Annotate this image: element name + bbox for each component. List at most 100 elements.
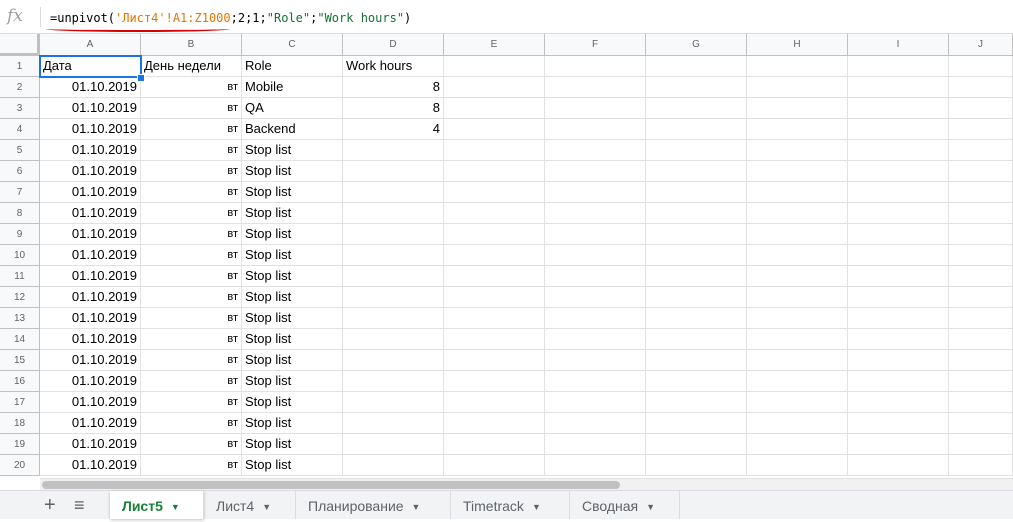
table-cell[interactable] xyxy=(646,140,747,161)
table-cell[interactable]: 01.10.2019 xyxy=(40,371,141,392)
chevron-down-icon[interactable]: ▼ xyxy=(646,502,655,512)
table-cell[interactable]: 01.10.2019 xyxy=(40,77,141,98)
table-cell[interactable] xyxy=(949,56,1013,77)
column-header-d[interactable]: D xyxy=(343,34,444,56)
row-header[interactable]: 14 xyxy=(0,329,40,350)
table-cell[interactable]: Stop list xyxy=(242,371,343,392)
table-cell[interactable]: Stop list xyxy=(242,182,343,203)
table-cell[interactable] xyxy=(949,392,1013,413)
column-header-g[interactable]: G xyxy=(646,34,747,56)
table-cell[interactable] xyxy=(444,413,545,434)
table-cell[interactable]: вт xyxy=(141,77,242,98)
table-cell[interactable] xyxy=(545,182,646,203)
table-cell[interactable] xyxy=(545,161,646,182)
table-cell[interactable] xyxy=(949,434,1013,455)
all-sheets-menu-icon[interactable]: ≡ xyxy=(74,491,85,519)
table-cell[interactable] xyxy=(444,140,545,161)
table-cell[interactable] xyxy=(949,161,1013,182)
table-cell[interactable] xyxy=(747,308,848,329)
table-cell[interactable] xyxy=(848,182,949,203)
table-cell[interactable] xyxy=(747,98,848,119)
table-cell[interactable] xyxy=(848,98,949,119)
table-cell[interactable] xyxy=(444,308,545,329)
table-cell[interactable] xyxy=(545,392,646,413)
row-header[interactable]: 16 xyxy=(0,371,40,392)
table-cell[interactable] xyxy=(545,434,646,455)
table-cell[interactable]: Stop list xyxy=(242,224,343,245)
column-header-a[interactable]: A xyxy=(40,34,141,56)
table-cell[interactable]: 01.10.2019 xyxy=(40,329,141,350)
row-header[interactable]: 10 xyxy=(0,245,40,266)
table-cell[interactable]: 01.10.2019 xyxy=(40,182,141,203)
table-cell[interactable]: 01.10.2019 xyxy=(40,455,141,476)
table-cell[interactable]: 01.10.2019 xyxy=(40,308,141,329)
table-cell[interactable]: вт xyxy=(141,329,242,350)
sheet-tab-2[interactable]: Лист4 ▼ xyxy=(204,491,296,519)
column-header-e[interactable]: E xyxy=(444,34,545,56)
table-cell[interactable] xyxy=(545,77,646,98)
table-cell[interactable] xyxy=(848,119,949,140)
table-cell[interactable] xyxy=(848,245,949,266)
table-cell[interactable] xyxy=(444,329,545,350)
table-cell[interactable] xyxy=(747,245,848,266)
table-cell[interactable] xyxy=(646,413,747,434)
table-cell[interactable] xyxy=(949,182,1013,203)
table-cell[interactable]: 01.10.2019 xyxy=(40,413,141,434)
table-cell[interactable] xyxy=(646,329,747,350)
table-cell[interactable] xyxy=(949,266,1013,287)
table-cell[interactable] xyxy=(343,413,444,434)
table-cell[interactable]: 8 xyxy=(343,98,444,119)
table-cell[interactable] xyxy=(444,392,545,413)
table-cell[interactable] xyxy=(747,371,848,392)
column-header-f[interactable]: F xyxy=(545,34,646,56)
table-cell[interactable] xyxy=(444,266,545,287)
table-cell[interactable]: вт xyxy=(141,98,242,119)
table-cell[interactable] xyxy=(343,308,444,329)
table-cell[interactable] xyxy=(747,329,848,350)
table-cell[interactable]: Дата xyxy=(40,56,141,77)
table-cell[interactable] xyxy=(949,371,1013,392)
table-cell[interactable]: 01.10.2019 xyxy=(40,434,141,455)
table-cell[interactable] xyxy=(343,182,444,203)
table-cell[interactable]: вт xyxy=(141,203,242,224)
table-cell[interactable]: Stop list xyxy=(242,434,343,455)
table-cell[interactable]: Stop list xyxy=(242,413,343,434)
table-cell[interactable] xyxy=(848,161,949,182)
table-cell[interactable] xyxy=(848,140,949,161)
table-cell[interactable]: Stop list xyxy=(242,140,343,161)
table-cell[interactable]: вт xyxy=(141,413,242,434)
table-cell[interactable] xyxy=(343,350,444,371)
scrollbar-thumb[interactable] xyxy=(42,481,620,489)
table-cell[interactable]: вт xyxy=(141,266,242,287)
table-cell[interactable] xyxy=(545,224,646,245)
table-cell[interactable]: 4 xyxy=(343,119,444,140)
table-cell[interactable] xyxy=(343,224,444,245)
row-header[interactable]: 13 xyxy=(0,308,40,329)
row-header[interactable]: 18 xyxy=(0,413,40,434)
table-cell[interactable] xyxy=(848,77,949,98)
table-cell[interactable]: 01.10.2019 xyxy=(40,266,141,287)
table-cell[interactable] xyxy=(949,350,1013,371)
table-cell[interactable] xyxy=(646,308,747,329)
table-cell[interactable]: Mobile xyxy=(242,77,343,98)
table-cell[interactable] xyxy=(444,287,545,308)
column-header-j[interactable]: J xyxy=(949,34,1013,56)
table-cell[interactable] xyxy=(848,287,949,308)
table-cell[interactable] xyxy=(949,98,1013,119)
table-cell[interactable] xyxy=(646,77,747,98)
table-cell[interactable]: Stop list xyxy=(242,308,343,329)
table-cell[interactable] xyxy=(848,350,949,371)
table-cell[interactable] xyxy=(444,98,545,119)
table-cell[interactable] xyxy=(343,140,444,161)
table-cell[interactable] xyxy=(545,119,646,140)
table-cell[interactable] xyxy=(949,203,1013,224)
table-cell[interactable] xyxy=(545,266,646,287)
table-cell[interactable]: Stop list xyxy=(242,203,343,224)
table-cell[interactable] xyxy=(747,455,848,476)
table-cell[interactable] xyxy=(545,56,646,77)
table-cell[interactable]: Backend xyxy=(242,119,343,140)
table-cell[interactable] xyxy=(646,245,747,266)
table-cell[interactable] xyxy=(747,413,848,434)
row-header[interactable]: 6 xyxy=(0,161,40,182)
table-cell[interactable] xyxy=(343,371,444,392)
